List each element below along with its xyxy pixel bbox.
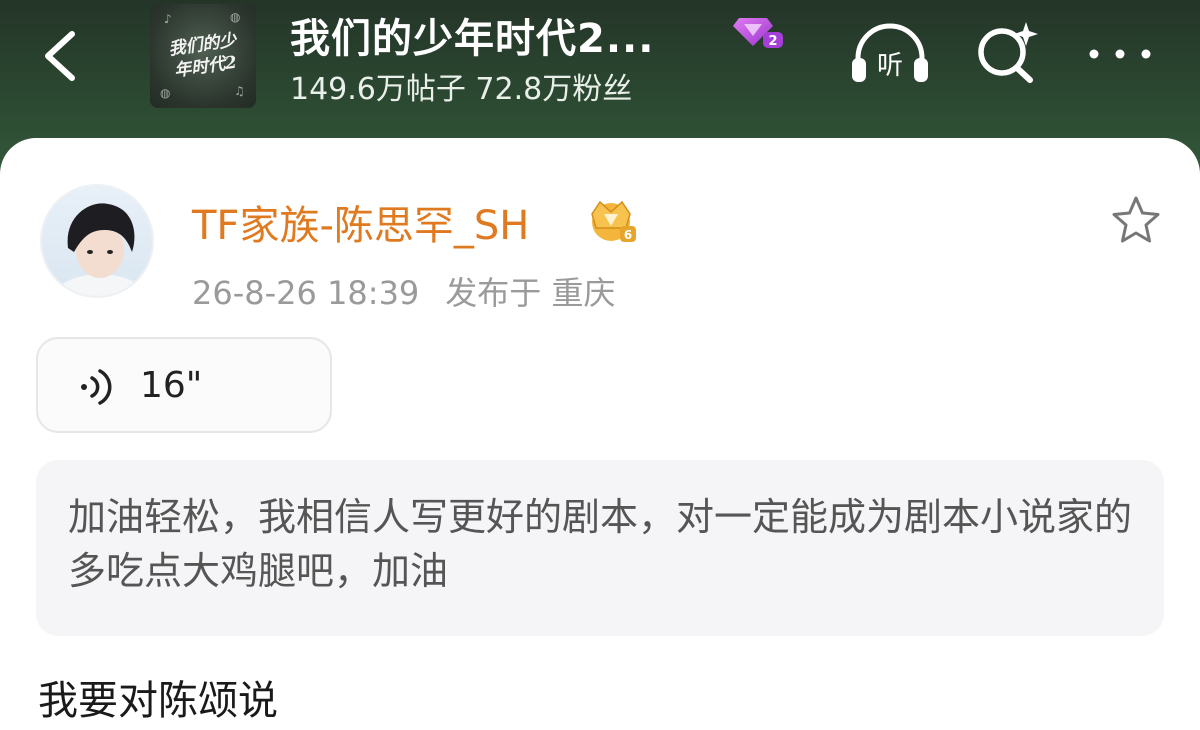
post-card: TF家族-陈思罕_SH 6 26-8-26 18:39 发布于 重庆 16" 加… xyxy=(0,138,1200,730)
cover-title-art: 我们的少年时代2 xyxy=(167,30,239,82)
voice-message-button[interactable]: 16" xyxy=(36,337,332,433)
forum-title[interactable]: 我们的少年时代2... xyxy=(290,6,654,64)
listen-button[interactable]: 听 xyxy=(848,18,932,88)
star-outline-icon xyxy=(1112,196,1160,243)
voice-duration: 16" xyxy=(140,365,203,406)
crown-level-badge-icon: 6 xyxy=(591,200,636,242)
basketball-icon: ◍ xyxy=(160,86,171,100)
more-dots-icon xyxy=(1089,49,1151,59)
music-note-icon: ♪ xyxy=(164,12,172,26)
svg-text:2: 2 xyxy=(768,34,777,49)
forum-stats: 149.6万帖子 72.8万粉丝 xyxy=(290,72,633,107)
chevron-left-icon xyxy=(45,31,75,81)
forum-level-badge-icon: 2 xyxy=(733,18,783,49)
headphones-listen-icon: 听 xyxy=(852,23,928,82)
back-button[interactable] xyxy=(30,20,94,90)
svg-text:听: 听 xyxy=(877,51,903,81)
sound-wave-icon xyxy=(81,369,112,405)
music-note-icon: ♫ xyxy=(234,84,245,98)
favorite-button[interactable] xyxy=(1108,193,1164,249)
quote-text: 加油轻松，我相信人写更好的剧本，对一定能成为剧本小说家的多吃点大鸡腿吧，加油 xyxy=(68,495,1133,593)
ai-search-icon xyxy=(978,22,1038,83)
basketball-icon: ◍ xyxy=(230,10,241,24)
post-location: 发布于 重庆 xyxy=(445,274,616,312)
search-button[interactable] xyxy=(972,18,1044,88)
post-meta: 26-8-26 18:39 发布于 重庆 xyxy=(192,268,615,314)
post-detail-screen: ♪ ◍ ♫ ◍ 我们的少年时代2 我们的少年时代2... 2 149.6万帖子 … xyxy=(0,0,1200,730)
quoted-content[interactable]: 加油轻松，我相信人写更好的剧本，对一定能成为剧本小说家的多吃点大鸡腿吧，加油 xyxy=(36,460,1164,636)
post-timestamp: 26-8-26 18:39 xyxy=(192,274,420,312)
forum-cover-image[interactable]: ♪ ◍ ♫ ◍ 我们的少年时代2 xyxy=(150,4,256,108)
author-name[interactable]: TF家族-陈思罕_SH xyxy=(192,193,529,251)
svg-text:6: 6 xyxy=(624,228,632,242)
post-body-text: 我要对陈颂说 xyxy=(38,678,278,724)
more-button[interactable] xyxy=(1084,18,1156,88)
avatar-portrait-icon xyxy=(51,203,149,296)
avatar[interactable] xyxy=(40,184,154,298)
